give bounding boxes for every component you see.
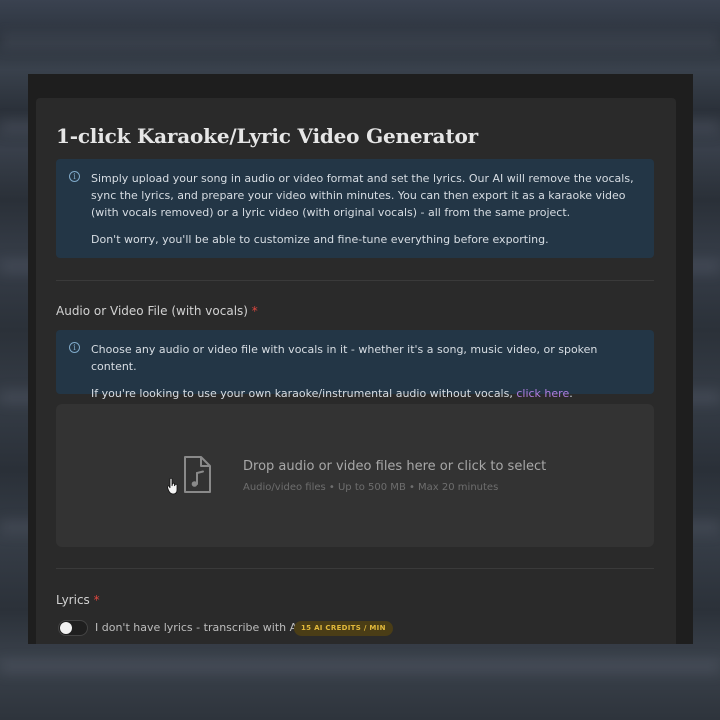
required-marker: * bbox=[251, 304, 258, 318]
mouse-cursor-icon bbox=[167, 477, 178, 495]
dropzone-title: Drop audio or video files here or click … bbox=[243, 459, 547, 474]
transcribe-toggle[interactable] bbox=[58, 620, 88, 636]
file-info-line-2-text: If you're looking to use your own karaok… bbox=[91, 387, 517, 400]
file-info-line-2-end: . bbox=[569, 387, 573, 400]
lyrics-section-label: Lyrics * bbox=[56, 593, 100, 607]
music-file-icon bbox=[184, 456, 211, 493]
file-info-line-2: If you're looking to use your own karaok… bbox=[91, 385, 640, 402]
intro-paragraph-2: Don't worry, you'll be able to customize… bbox=[91, 233, 549, 246]
file-dropzone[interactable]: Drop audio or video files here or click … bbox=[56, 404, 654, 547]
generator-modal: 1-click Karaoke/Lyric Video Generator i … bbox=[28, 74, 693, 644]
divider bbox=[56, 280, 654, 281]
info-icon: i bbox=[69, 171, 80, 182]
generator-card: 1-click Karaoke/Lyric Video Generator i … bbox=[36, 98, 676, 644]
file-info-line-1: Choose any audio or video file with voca… bbox=[91, 343, 598, 373]
file-section-label-text: Audio or Video File (with vocals) bbox=[56, 304, 248, 318]
lyrics-section-label-text: Lyrics bbox=[56, 593, 90, 607]
transcribe-toggle-label[interactable]: I don't have lyrics - transcribe with AI bbox=[95, 621, 300, 634]
intro-info-box: i Simply upload your song in audio or vi… bbox=[56, 159, 654, 258]
click-here-link[interactable]: click here bbox=[516, 387, 569, 400]
file-info-box: i Choose any audio or video file with vo… bbox=[56, 330, 654, 400]
toggle-knob bbox=[60, 622, 72, 634]
required-marker: * bbox=[93, 593, 100, 607]
info-icon: i bbox=[69, 342, 80, 353]
dropzone-subtitle: Audio/video files • Up to 500 MB • Max 2… bbox=[243, 482, 499, 493]
page-title: 1-click Karaoke/Lyric Video Generator bbox=[56, 124, 478, 148]
file-section-label: Audio or Video File (with vocals) * bbox=[56, 304, 258, 318]
divider bbox=[56, 568, 654, 569]
intro-paragraph-1: Simply upload your song in audio or vide… bbox=[91, 172, 634, 219]
ai-credits-badge: 15 AI CREDITS / MIN bbox=[294, 621, 393, 636]
